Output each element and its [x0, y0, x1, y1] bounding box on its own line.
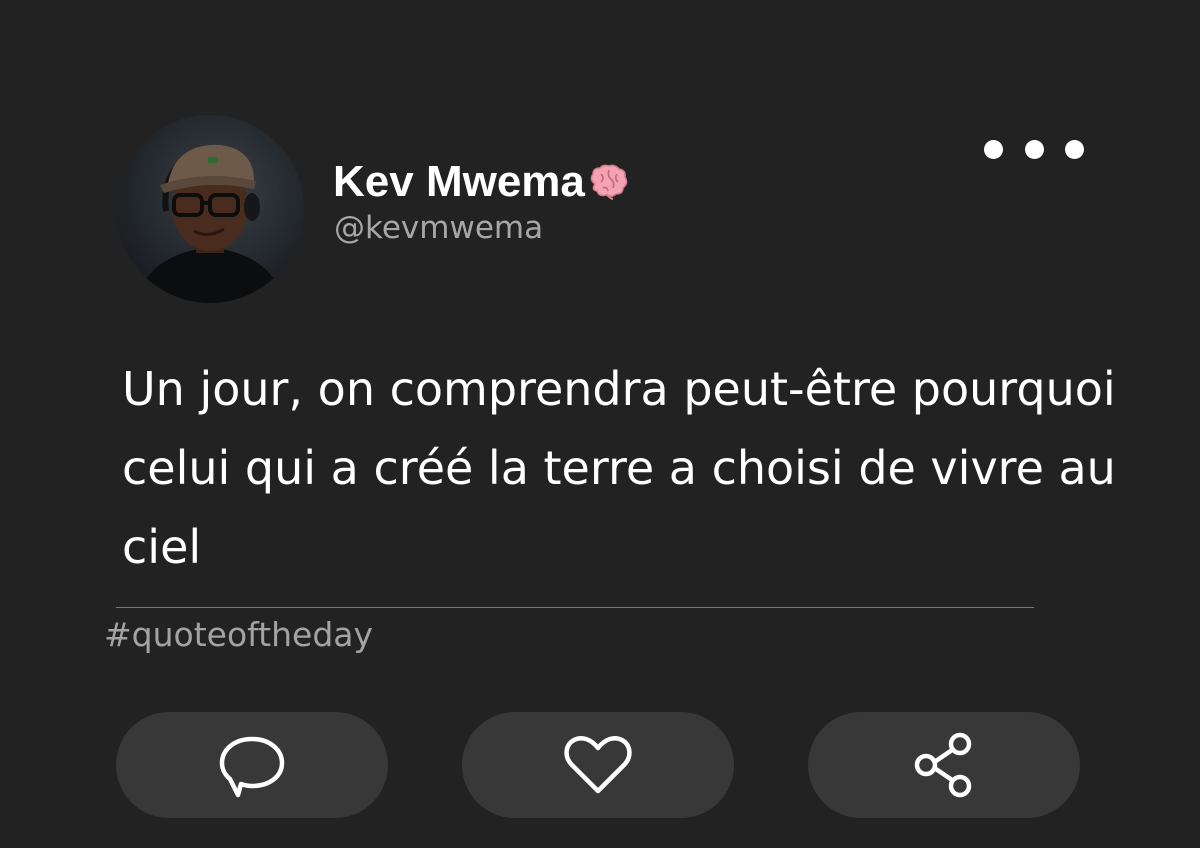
post-text: Un jour, on comprendra peut-être pourquo…	[122, 362, 1116, 574]
author-name-text: Kev Mwema	[333, 157, 585, 206]
more-options-icon	[984, 139, 1003, 159]
comment-button[interactable]	[116, 712, 388, 818]
author-handle[interactable]: @kevmwema	[334, 208, 543, 248]
like-button[interactable]	[462, 712, 734, 818]
divider	[116, 607, 1034, 608]
avatar[interactable]	[116, 115, 304, 303]
heart-icon	[564, 736, 632, 794]
more-options-icon-dot	[1065, 139, 1084, 159]
hashtag-link[interactable]: #quoteoftheday	[104, 613, 373, 657]
more-options-button[interactable]	[984, 134, 1084, 164]
comment-icon	[219, 736, 285, 798]
author-name[interactable]: Kev Mwema	[333, 156, 629, 208]
brain-icon	[590, 164, 628, 200]
profile-photo	[136, 144, 284, 303]
share-button[interactable]	[808, 712, 1080, 818]
more-options-icon-dot	[1024, 139, 1044, 159]
share-icon	[914, 732, 972, 798]
